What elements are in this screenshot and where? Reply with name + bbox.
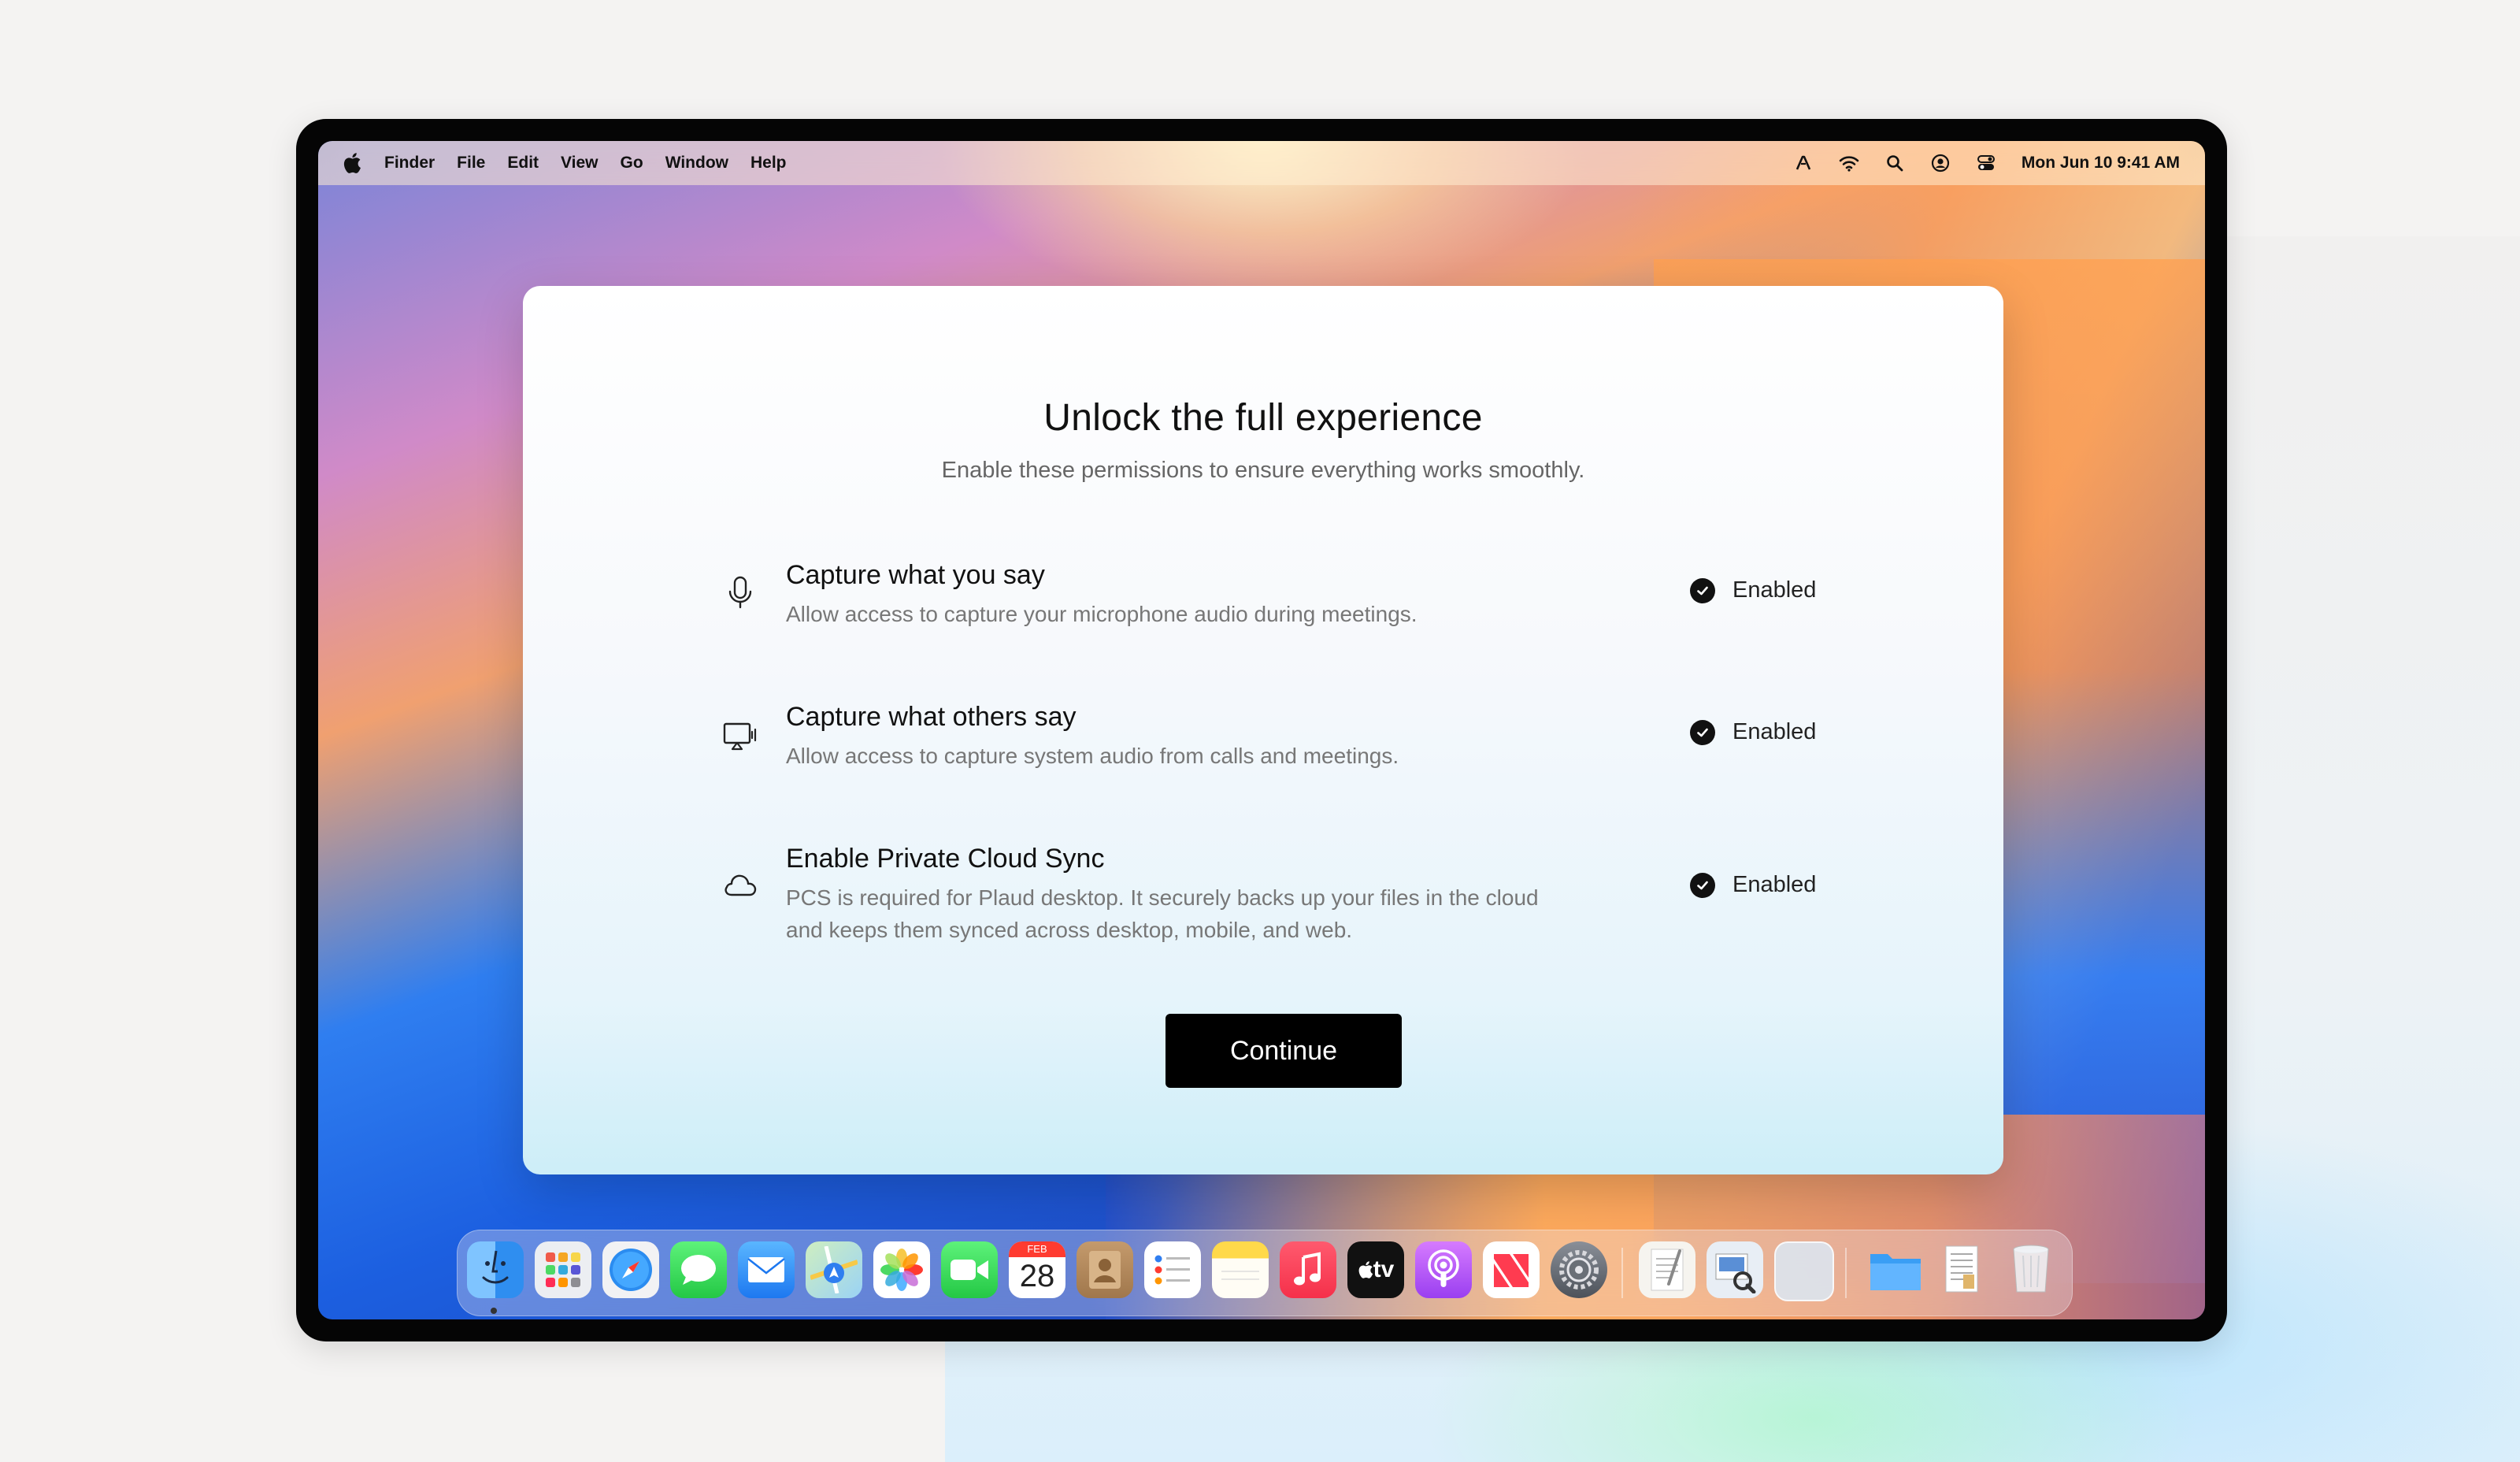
photos-dock-icon[interactable] xyxy=(873,1241,930,1298)
control-center-icon[interactable] xyxy=(1976,153,1996,173)
permission-system-audio: Capture what others say Allow access to … xyxy=(721,702,1824,773)
calendar-month: FEB xyxy=(1009,1241,1065,1257)
permission-description: Allow access to capture your microphone … xyxy=(786,602,1418,626)
permission-title: Capture what others say xyxy=(786,702,1077,732)
window-dock-icon[interactable] xyxy=(1774,1241,1834,1301)
menu-help[interactable]: Help xyxy=(750,154,787,173)
dock: FEB 28 tv xyxy=(457,1230,2073,1316)
permission-cloud-sync: Enable Private Cloud Sync PCS is require… xyxy=(721,844,1824,946)
cloud-icon xyxy=(721,866,759,904)
menu-view[interactable]: View xyxy=(561,154,598,173)
messages-dock-icon[interactable] xyxy=(670,1241,727,1298)
screen-audio-icon xyxy=(721,718,759,755)
apple-logo-icon[interactable] xyxy=(340,151,364,175)
checkmark-icon xyxy=(1690,719,1715,745)
font-icon[interactable] xyxy=(1793,153,1814,173)
user-icon[interactable] xyxy=(1930,153,1951,173)
permission-description: PCS is required for Plaud desktop. It se… xyxy=(786,885,1539,942)
menu-go[interactable]: Go xyxy=(621,154,643,173)
microphone-icon xyxy=(721,574,759,612)
music-dock-icon[interactable] xyxy=(1280,1241,1336,1298)
maps-dock-icon[interactable] xyxy=(806,1241,862,1298)
checkmark-icon xyxy=(1690,577,1715,603)
textedit-dock-icon[interactable] xyxy=(1639,1241,1695,1298)
permission-microphone: Capture what you say Allow access to cap… xyxy=(721,560,1824,631)
contacts-dock-icon[interactable] xyxy=(1077,1241,1133,1298)
launchpad-dock-icon[interactable] xyxy=(535,1241,591,1298)
news-dock-icon[interactable] xyxy=(1483,1241,1540,1298)
menu-clock[interactable]: Mon Jun 10 9:41 AM xyxy=(2022,154,2180,173)
running-indicator xyxy=(491,1308,497,1314)
permission-title: Enable Private Cloud Sync xyxy=(786,844,1105,874)
trash-dock-icon[interactable] xyxy=(2003,1241,2059,1298)
notes-dock-icon[interactable] xyxy=(1212,1241,1269,1298)
dialog-subtitle: Enable these permissions to ensure every… xyxy=(941,458,1585,483)
menu-edit[interactable]: Edit xyxy=(507,154,539,173)
menu-finder[interactable]: Finder xyxy=(384,154,435,173)
finder-dock-icon[interactable] xyxy=(467,1241,524,1298)
safari-dock-icon[interactable] xyxy=(602,1241,659,1298)
menu-window[interactable]: Window xyxy=(665,154,728,173)
permission-status: Enabled xyxy=(1690,719,1816,745)
facetime-dock-icon[interactable] xyxy=(941,1241,998,1298)
reminders-dock-icon[interactable] xyxy=(1144,1241,1201,1298)
status-label: Enabled xyxy=(1732,577,1817,603)
checkmark-icon xyxy=(1690,872,1715,898)
permission-status: Enabled xyxy=(1690,872,1816,898)
wifi-icon[interactable] xyxy=(1839,153,1859,173)
calendar-day: 28 xyxy=(1019,1259,1055,1293)
status-label: Enabled xyxy=(1732,872,1817,897)
permission-title: Capture what you say xyxy=(786,560,1045,590)
podcasts-dock-icon[interactable] xyxy=(1415,1241,1472,1298)
permission-status: Enabled xyxy=(1690,577,1816,603)
desktop-screen: Finder File Edit View Go Window Help Mon… xyxy=(318,141,2205,1319)
search-icon[interactable] xyxy=(1884,153,1905,173)
preview-dock-icon[interactable] xyxy=(1707,1241,1763,1298)
tv-dock-icon[interactable]: tv xyxy=(1347,1241,1404,1298)
permissions-dialog: Unlock the full experience Enable these … xyxy=(523,286,2003,1174)
menu-bar: Finder File Edit View Go Window Help Mon… xyxy=(318,141,2205,185)
tv-label: tv xyxy=(1373,1256,1395,1282)
mail-dock-icon[interactable] xyxy=(738,1241,795,1298)
continue-button[interactable]: Continue xyxy=(1166,1014,1402,1088)
folder-dock-icon[interactable] xyxy=(1867,1241,1924,1298)
dialog-title: Unlock the full experience xyxy=(1043,397,1483,439)
system-settings-dock-icon[interactable] xyxy=(1551,1241,1607,1298)
status-label: Enabled xyxy=(1732,719,1817,744)
calendar-dock-icon[interactable]: FEB 28 xyxy=(1009,1241,1065,1298)
document-dock-icon[interactable] xyxy=(1935,1241,1992,1298)
permission-description: Allow access to capture system audio fro… xyxy=(786,744,1399,768)
menu-file[interactable]: File xyxy=(457,154,485,173)
